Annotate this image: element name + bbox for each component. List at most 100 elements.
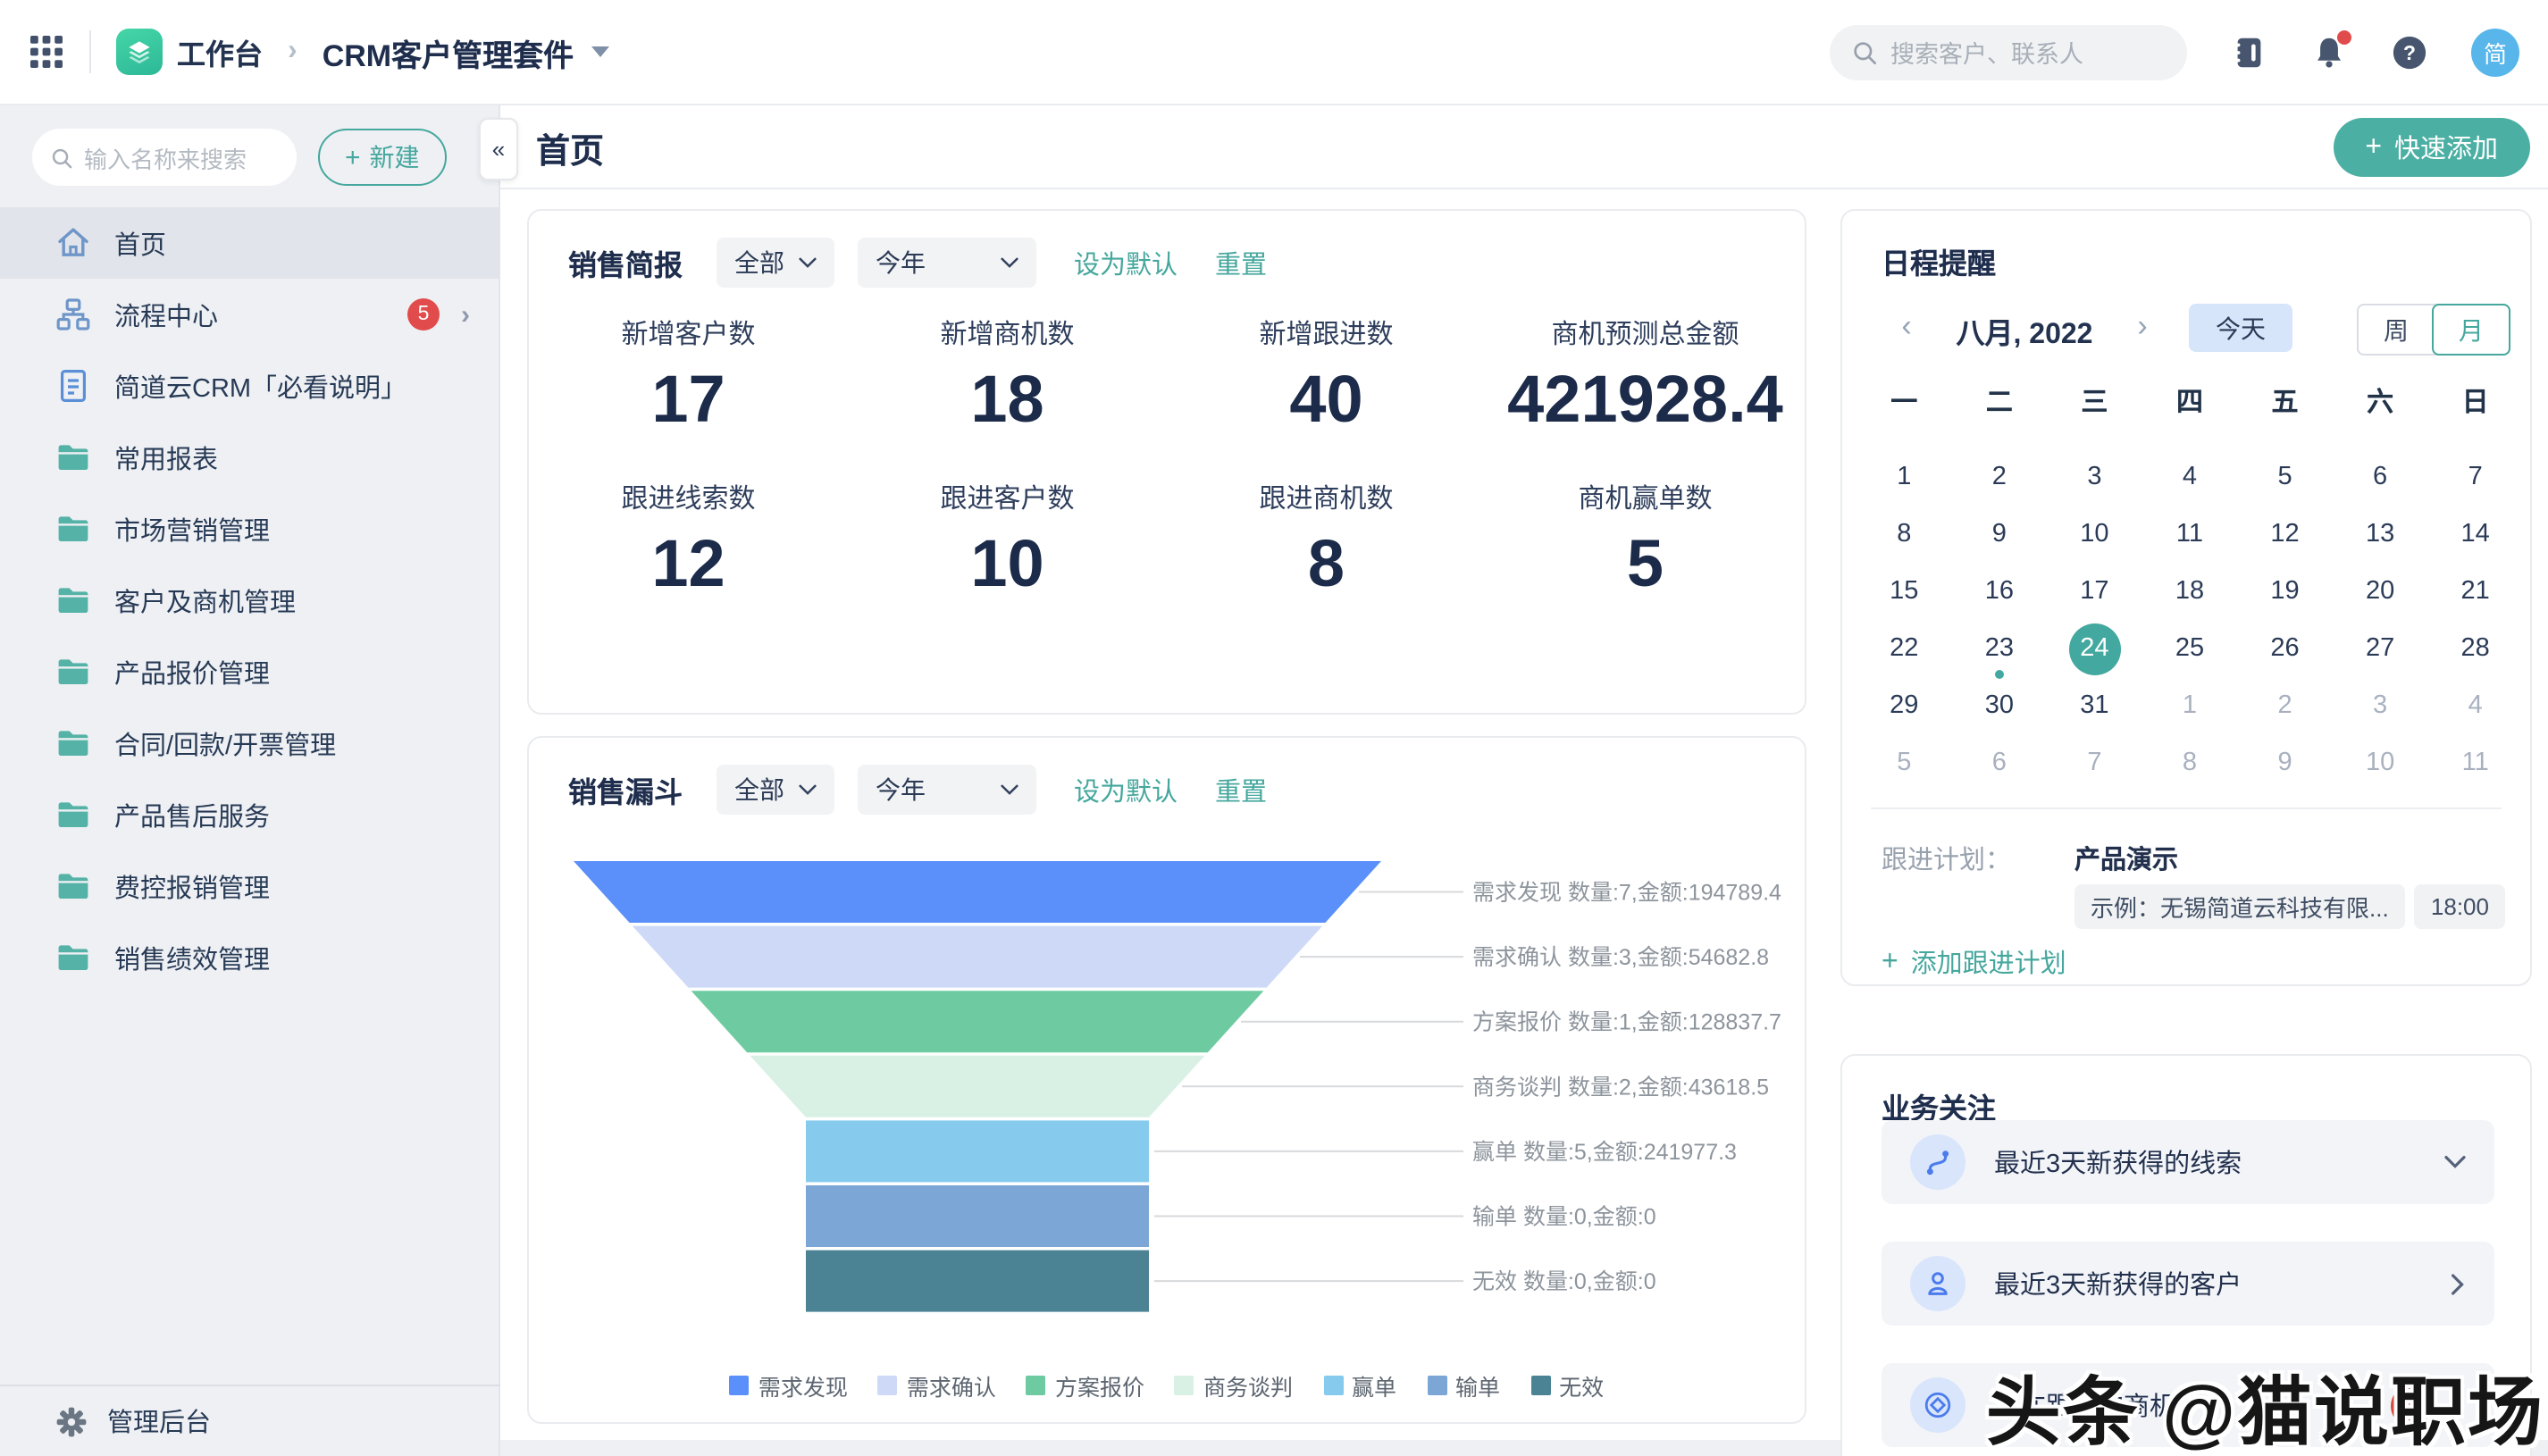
calendar-day[interactable]: 5: [1857, 734, 1952, 791]
calendar-day[interactable]: 8: [1857, 506, 1952, 563]
period-select[interactable]: 今年: [858, 238, 1037, 288]
sidebar-item[interactable]: 合同/回款/开票管理: [0, 707, 499, 779]
stat-value: 18: [970, 363, 1044, 436]
scope-select[interactable]: 全部: [717, 765, 835, 815]
new-button[interactable]: + 新建: [318, 129, 447, 186]
calendar-day[interactable]: 9: [1952, 506, 2048, 563]
calendar-day[interactable]: 23: [1952, 620, 2048, 679]
calendar-day[interactable]: 1: [1857, 448, 1952, 506]
workspace-logo-icon[interactable]: [116, 29, 163, 75]
selected-day: 24: [2068, 623, 2121, 674]
calendar-day[interactable]: 28: [2427, 620, 2523, 677]
calendar-day[interactable]: 2: [1952, 448, 2048, 506]
sidebar-item[interactable]: 产品售后服务: [0, 779, 499, 850]
avatar[interactable]: 简: [2471, 28, 2519, 76]
calendar-day[interactable]: 25: [2142, 620, 2238, 677]
chevron-down-icon[interactable]: [591, 46, 610, 57]
legend-swatch: [729, 1376, 750, 1395]
calendar-day[interactable]: 22: [1857, 620, 1952, 677]
sidebar-item[interactable]: 产品报价管理: [0, 636, 499, 707]
sidebar-item[interactable]: 常用报表: [0, 422, 499, 493]
set-default-link[interactable]: 设为默认: [1074, 771, 1178, 808]
legend-swatch: [1174, 1376, 1194, 1395]
help-icon[interactable]: ?: [2391, 33, 2428, 71]
calendar-day[interactable]: 1: [2142, 677, 2238, 734]
calendar-day[interactable]: 11: [2427, 734, 2523, 791]
sidebar-item[interactable]: 销售绩效管理: [0, 922, 499, 993]
sidebar-search-input[interactable]: 输入名称来搜索: [32, 129, 297, 186]
add-plan-link[interactable]: + 添加跟进计划: [1882, 943, 2066, 981]
notifications-bell-icon[interactable]: [2310, 29, 2351, 71]
calendar-day[interactable]: 6: [2333, 448, 2428, 506]
focus-item[interactable]: 最近3天新获得的线索: [1882, 1120, 2494, 1204]
breadcrumb-current[interactable]: CRM客户管理套件: [323, 29, 574, 74]
calendar-day[interactable]: 2: [2237, 677, 2333, 734]
calendar-day[interactable]: 4: [2427, 677, 2523, 734]
calendar-day[interactable]: 17: [2047, 563, 2142, 620]
calendar-day[interactable]: 8: [2142, 734, 2238, 791]
opportunities-icon: [1910, 1377, 1965, 1433]
sidebar-item[interactable]: 简道云CRM「必看说明」: [0, 350, 499, 422]
reset-link[interactable]: 重置: [1215, 771, 1267, 808]
calendar-day[interactable]: 7: [2427, 448, 2523, 506]
sidebar-item[interactable]: 流程中心 5 ›: [0, 279, 499, 350]
quick-add-button[interactable]: + 快速添加: [2333, 118, 2530, 177]
app-grid-icon[interactable]: [29, 34, 64, 70]
calendar-day[interactable]: 12: [2237, 506, 2333, 563]
focus-item[interactable]: 最近3天新获得的客户: [1882, 1242, 2494, 1326]
sidebar-item[interactable]: 客户及商机管理: [0, 565, 499, 636]
calendar-day[interactable]: 30: [1952, 677, 2048, 734]
schedule-card: 日程提醒 ‹ 八月, 2022 › 今天 周 月 一二三四五六日 1234567…: [1840, 209, 2532, 986]
sidebar-search-placeholder: 输入名称来搜索: [84, 146, 247, 172]
calendar-day[interactable]: 16: [1952, 563, 2048, 620]
weekday-label: 五: [2271, 388, 2299, 418]
sidebar-item[interactable]: 费控报销管理: [0, 850, 499, 922]
calendar-grid: 1 2 3 4 5 6 7 8 9 10 11 12 13 14 15 16 17 18 19 20 21 22 23 24 2…: [1857, 448, 2523, 791]
month-toggle[interactable]: 月: [2432, 304, 2510, 356]
sidebar-collapse-button[interactable]: «: [479, 118, 518, 180]
calendar-day[interactable]: 10: [2333, 734, 2428, 791]
calendar-day[interactable]: 13: [2333, 506, 2428, 563]
calendar-day[interactable]: 19: [2237, 563, 2333, 620]
calendar-day[interactable]: 31: [2047, 677, 2142, 734]
calendar-day[interactable]: 7: [2047, 734, 2142, 791]
global-search-input[interactable]: 搜索客户、联系人: [1830, 24, 2187, 79]
calendar-day[interactable]: 20: [2333, 563, 2428, 620]
plan-title[interactable]: 产品演示: [2074, 840, 2178, 877]
calendar-day[interactable]: 3: [2047, 448, 2142, 506]
prev-month-icon[interactable]: ‹: [1892, 309, 1921, 345]
search-icon: [50, 146, 73, 169]
calendar-day[interactable]: 14: [2427, 506, 2523, 563]
main-content: 首页 + 快速添加 销售简报 全部 今年 设为默认 重置 新增客户数 17 新增…: [500, 105, 2548, 1456]
calendar-day[interactable]: 4: [2142, 448, 2238, 506]
reset-link[interactable]: 重置: [1215, 244, 1267, 281]
workspace-label[interactable]: 工作台: [177, 30, 263, 73]
calendar-day[interactable]: 3: [2333, 677, 2428, 734]
set-default-link[interactable]: 设为默认: [1074, 244, 1178, 281]
sidebar-item[interactable]: 首页: [0, 207, 499, 279]
calendar-day[interactable]: 29: [1857, 677, 1952, 734]
today-button[interactable]: 今天: [2189, 304, 2292, 352]
calendar-day[interactable]: 9: [2237, 734, 2333, 791]
next-month-icon[interactable]: ›: [2128, 309, 2157, 345]
calendar-day[interactable]: 11: [2142, 506, 2238, 563]
calendar-day[interactable]: 6: [1952, 734, 2048, 791]
calendar-day[interactable]: 10: [2047, 506, 2142, 563]
breadcrumb-chevron-icon: ›: [288, 36, 298, 66]
sidebar-item[interactable]: 市场营销管理: [0, 493, 499, 565]
week-toggle[interactable]: 周: [2359, 305, 2434, 354]
calendar-day[interactable]: 27: [2333, 620, 2428, 677]
calendar-day[interactable]: 21: [2427, 563, 2523, 620]
calendar-day[interactable]: 15: [1857, 563, 1952, 620]
calendar-day[interactable]: 18: [2142, 563, 2238, 620]
sidebar-item-admin[interactable]: 管理后台: [0, 1385, 500, 1456]
scope-select[interactable]: 全部: [717, 238, 835, 288]
legend-item: 商务谈判: [1174, 1368, 1293, 1402]
plan-customer-tag[interactable]: 示例：无锡简道云科技有限...: [2074, 884, 2405, 929]
calendar-day[interactable]: 24: [2047, 620, 2142, 677]
contacts-icon[interactable]: [2230, 33, 2267, 71]
sidebar: 输入名称来搜索 + 新建 首页 流程中心 5 › 简道云CRM「必看说明」 常用报表 市场营销…: [0, 105, 500, 1456]
calendar-day[interactable]: 5: [2237, 448, 2333, 506]
period-select[interactable]: 今年: [858, 765, 1037, 815]
calendar-day[interactable]: 26: [2237, 620, 2333, 677]
